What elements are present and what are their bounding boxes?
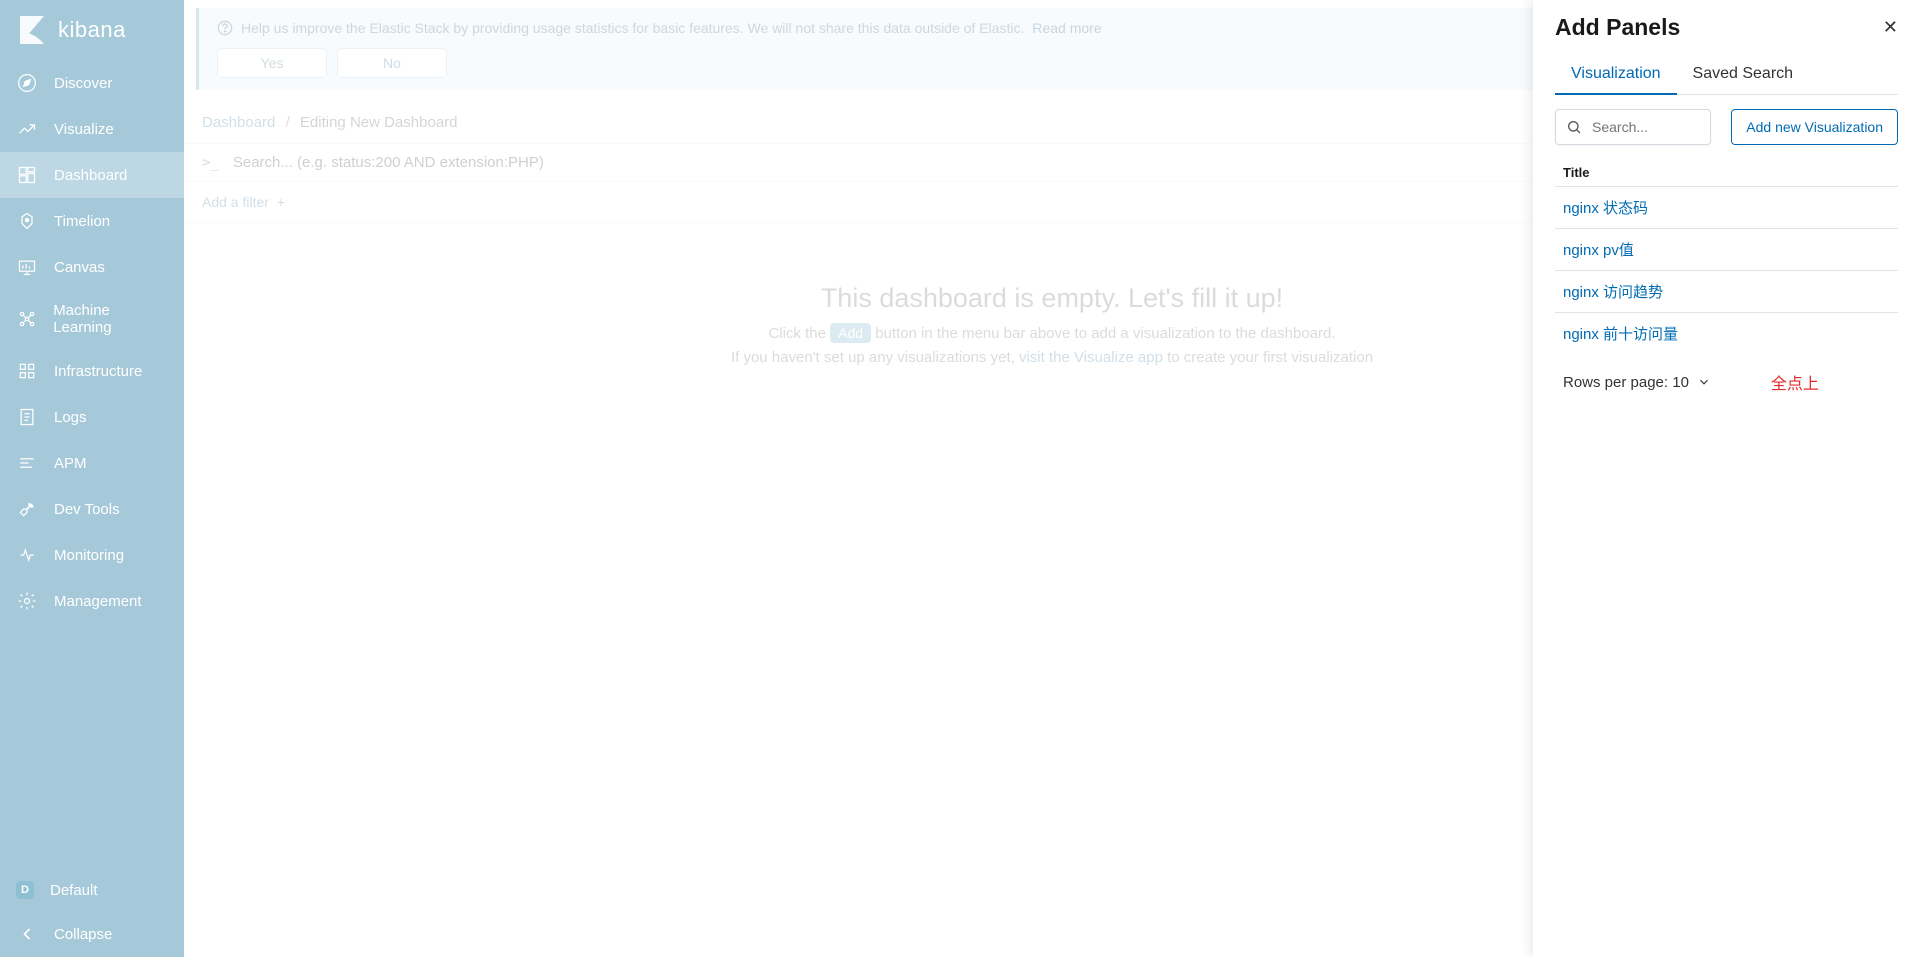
sidebar-label: Visualize (54, 121, 114, 138)
sidebar-item-discover[interactable]: Discover (0, 60, 184, 106)
tab-saved-search[interactable]: Saved Search (1677, 55, 1810, 94)
sidebar-item-timelion[interactable]: Timelion (0, 198, 184, 244)
sidebar-item-collapse[interactable]: Collapse (0, 911, 184, 957)
sidebar-label: Machine Learning (53, 302, 168, 336)
apm-icon (16, 452, 38, 474)
dashboard-icon (16, 164, 38, 186)
viz-item[interactable]: nginx 访问趋势 (1555, 270, 1898, 312)
wrench-icon (16, 498, 38, 520)
flyout-tabs: Visualization Saved Search (1555, 55, 1898, 95)
add-panels-flyout: Add Panels ✕ Visualization Saved Search … (1533, 0, 1920, 957)
infrastructure-icon (16, 360, 38, 382)
sidebar-label: Dashboard (54, 167, 127, 184)
brand-logo[interactable]: kibana (0, 0, 184, 60)
sidebar-label: Canvas (54, 259, 105, 276)
flyout-title: Add Panels (1555, 14, 1680, 41)
gear-icon (16, 590, 38, 612)
add-filter-label: Add a filter (202, 194, 269, 210)
sidebar-item-dashboard[interactable]: Dashboard (0, 152, 184, 198)
sidebar-label: Timelion (54, 213, 110, 230)
sidebar-item-devtools[interactable]: Dev Tools (0, 486, 184, 532)
close-icon[interactable]: ✕ (1883, 17, 1898, 38)
sidebar: kibana Discover Visualize Dashboard Time… (0, 0, 184, 957)
default-badge: D (16, 881, 34, 899)
sidebar-item-apm[interactable]: APM (0, 440, 184, 486)
sidebar-label: APM (54, 455, 87, 472)
sidebar-label: Collapse (54, 926, 112, 943)
sidebar-item-default[interactable]: D Default (0, 869, 184, 911)
callout-message: Help us improve the Elastic Stack by pro… (241, 20, 1024, 36)
sidebar-label: Monitoring (54, 547, 124, 564)
flyout-search-input[interactable] (1592, 119, 1700, 135)
chart-icon (16, 118, 38, 140)
sidebar-label: Management (54, 593, 142, 610)
breadcrumb: Dashboard / Editing New Dashboard (202, 114, 458, 131)
chevron-down-icon (1697, 375, 1711, 389)
canvas-icon (16, 256, 38, 278)
sidebar-item-monitoring[interactable]: Monitoring (0, 532, 184, 578)
sidebar-item-ml[interactable]: Machine Learning (0, 290, 184, 348)
sidebar-label: Dev Tools (54, 501, 120, 518)
rows-per-page-label: Rows per page: 10 (1563, 374, 1689, 391)
brand-name: kibana (58, 17, 126, 43)
sidebar-label: Logs (54, 409, 87, 426)
add-visualization-button[interactable]: Add new Visualization (1731, 109, 1898, 145)
flyout-search-field[interactable] (1555, 109, 1711, 145)
sidebar-nav: Discover Visualize Dashboard Timelion Ca… (0, 60, 184, 957)
viz-item[interactable]: nginx pv值 (1555, 228, 1898, 270)
breadcrumb-current: Editing New Dashboard (300, 114, 458, 131)
heartbeat-icon (16, 544, 38, 566)
viz-item[interactable]: nginx 前十访问量 (1555, 312, 1898, 354)
breadcrumb-separator: / (286, 114, 290, 131)
ml-icon (16, 308, 37, 330)
visit-visualize-link[interactable]: visit the Visualize app (1019, 349, 1163, 366)
collapse-icon (16, 923, 38, 945)
sidebar-label: Infrastructure (54, 363, 142, 380)
table-header-title: Title (1555, 159, 1898, 186)
callout-no-button[interactable]: No (337, 48, 447, 78)
query-prefix: >_ (202, 155, 219, 171)
kibana-logo-icon (16, 14, 48, 46)
sidebar-item-logs[interactable]: Logs (0, 394, 184, 440)
sidebar-item-infrastructure[interactable]: Infrastructure (0, 348, 184, 394)
callout-yes-button[interactable]: Yes (217, 48, 327, 78)
compass-icon (16, 72, 38, 94)
add-pill: Add (830, 323, 871, 343)
viz-item[interactable]: nginx 状态码 (1555, 186, 1898, 228)
help-icon (217, 20, 233, 36)
red-annotation: 全点上 (1771, 370, 1819, 394)
sidebar-item-visualize[interactable]: Visualize (0, 106, 184, 152)
sidebar-item-management[interactable]: Management (0, 578, 184, 624)
logs-icon (16, 406, 38, 428)
timelion-icon (16, 210, 38, 232)
search-icon (1566, 119, 1582, 135)
callout-readmore-link[interactable]: Read more (1032, 20, 1101, 36)
sidebar-item-canvas[interactable]: Canvas (0, 244, 184, 290)
sidebar-label: Default (50, 882, 98, 899)
tab-visualization[interactable]: Visualization (1555, 55, 1677, 95)
breadcrumb-root[interactable]: Dashboard (202, 114, 275, 131)
plus-icon: + (277, 194, 285, 210)
sidebar-label: Discover (54, 75, 112, 92)
rows-per-page-selector[interactable]: Rows per page: 10 (1563, 374, 1711, 391)
